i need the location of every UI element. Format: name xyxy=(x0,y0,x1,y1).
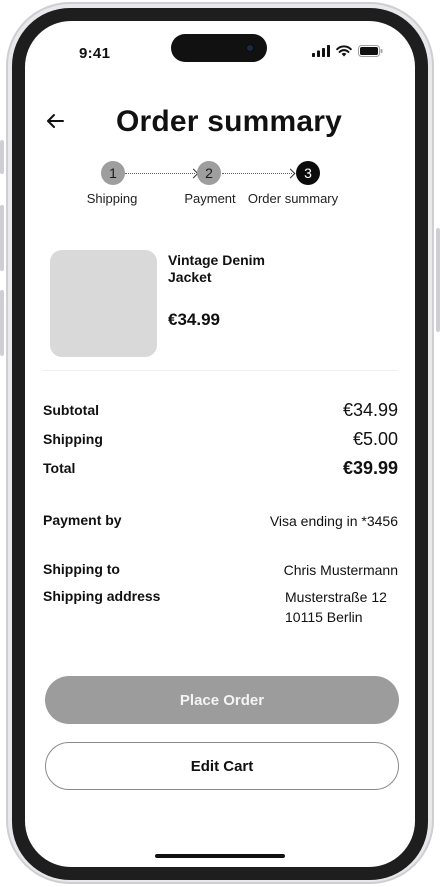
phone-side-button-volume-up xyxy=(0,205,4,271)
product-price: €34.99 xyxy=(168,310,220,329)
shipping-cost-value: €5.00 xyxy=(352,429,398,449)
phone-side-button-power xyxy=(436,228,440,332)
shipping-to-label: Shipping to xyxy=(43,561,120,577)
page-title: Order summary xyxy=(115,105,343,138)
total-label: Total xyxy=(43,460,76,476)
step-2-indicator: 2 xyxy=(197,161,221,185)
chevron-right-icon xyxy=(285,168,296,178)
battery-icon xyxy=(358,45,383,57)
step-connector xyxy=(125,173,195,174)
step-1-indicator: 1 xyxy=(101,161,125,185)
subtotal-value: €34.99 xyxy=(342,400,398,420)
step-1-label: Shipping xyxy=(86,191,138,206)
total-value: €39.99 xyxy=(342,458,398,478)
step-connector xyxy=(222,173,292,174)
wifi-icon xyxy=(336,45,352,57)
subtotal-label: Subtotal xyxy=(43,402,99,418)
phone-side-button-silent xyxy=(0,140,4,174)
status-time: 9:41 xyxy=(79,45,111,62)
dynamic-island xyxy=(171,34,267,62)
address-line-1: Musterstraße 12 xyxy=(285,589,387,605)
screen: 9:41 Order summary 1 2 3 Shipping Paymen… xyxy=(25,21,415,867)
recipient-name: Chris Mustermann xyxy=(283,562,398,578)
step-2-number: 2 xyxy=(205,165,213,181)
shipping-cost-label: Shipping xyxy=(43,431,103,447)
phone-side-button-volume-down xyxy=(0,290,4,356)
place-order-button[interactable]: Place Order xyxy=(45,676,399,724)
step-3-number: 3 xyxy=(304,165,312,181)
shipping-address-label: Shipping address xyxy=(43,588,161,604)
step-1-number: 1 xyxy=(109,165,117,181)
product-name: Vintage Denim Jacket xyxy=(168,252,265,285)
payment-value: Visa ending in *3456 xyxy=(269,513,398,529)
camera-icon xyxy=(245,43,255,53)
address-line-2: 10115 Berlin xyxy=(285,609,363,625)
status-icons xyxy=(312,45,383,57)
payment-label: Payment by xyxy=(43,512,122,528)
step-3-indicator: 3 xyxy=(296,161,320,185)
cellular-signal-icon xyxy=(312,45,330,57)
step-2-label: Payment xyxy=(184,191,236,206)
divider xyxy=(43,370,397,371)
home-indicator[interactable] xyxy=(155,854,285,858)
product-image-placeholder xyxy=(50,250,157,357)
shipping-address: Musterstraße 12 10115 Berlin xyxy=(285,587,387,627)
step-3-label: Order summary xyxy=(247,191,339,206)
edit-cart-button[interactable]: Edit Cart xyxy=(45,742,399,790)
